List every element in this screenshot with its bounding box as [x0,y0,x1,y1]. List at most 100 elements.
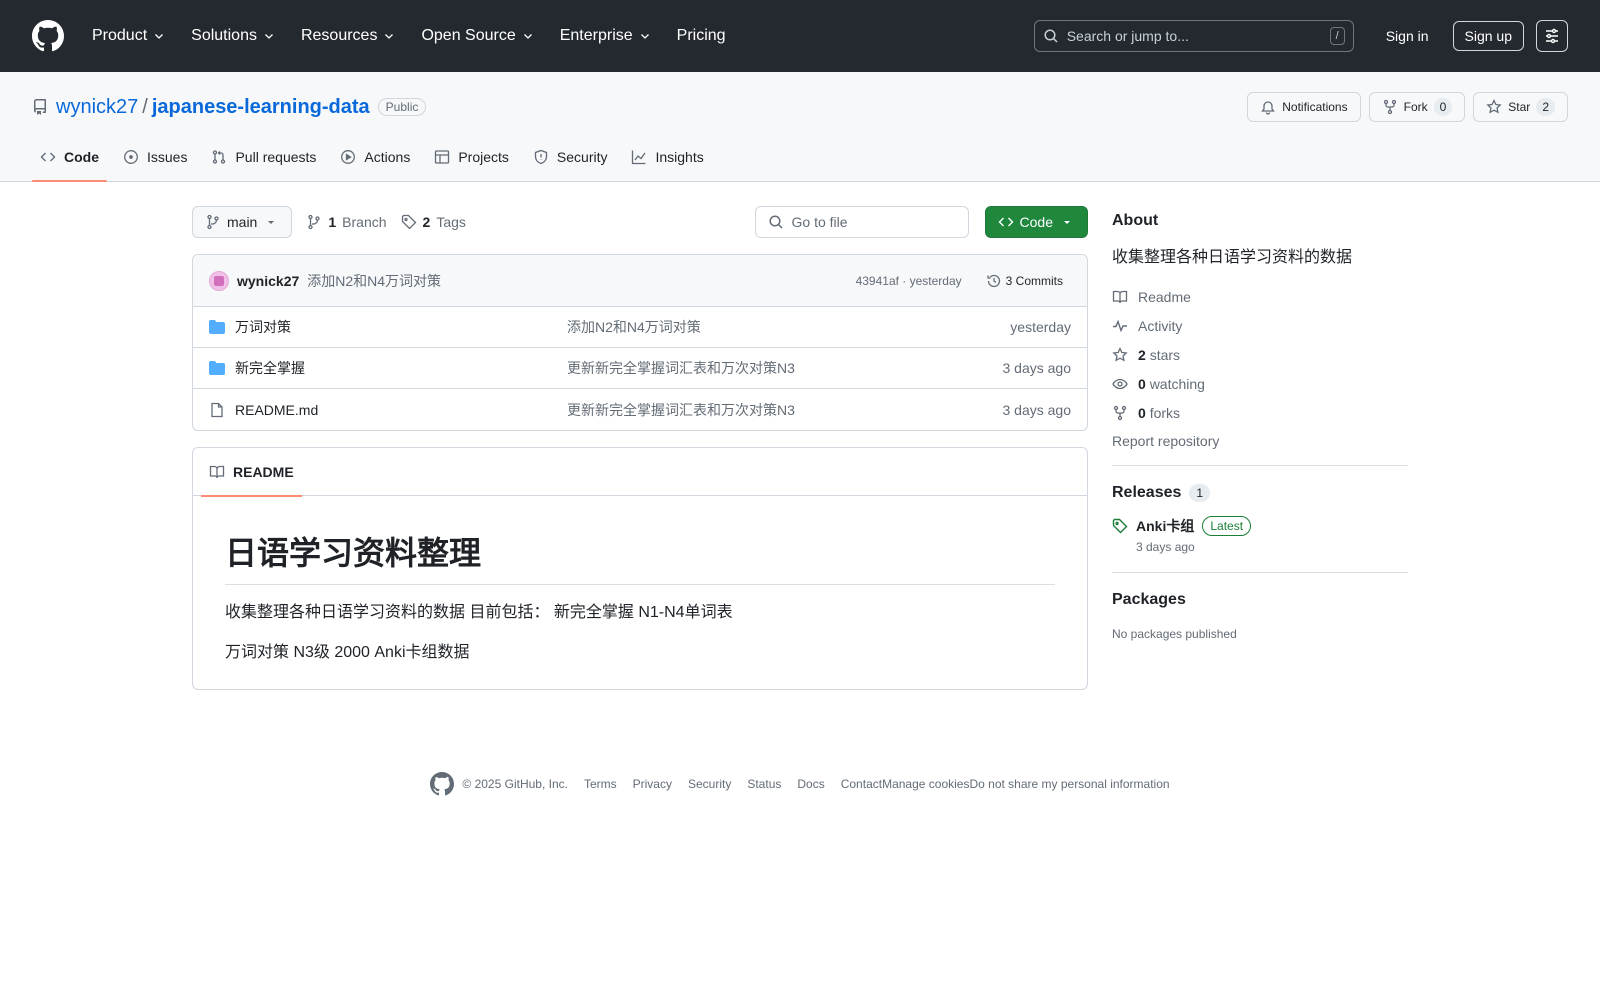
nav-solutions[interactable]: Solutions [187,21,279,51]
fork-count: 0 [1433,98,1453,116]
code-icon [998,217,1014,227]
releases-title: Releases [1112,484,1182,501]
readme-link[interactable]: Readme [1112,282,1408,311]
file-row-folder[interactable]: 万词对策 添加N2和N4万词对策 yesterday [193,307,1087,348]
latest-commit-row: wynick27 添加N2和N4万词对策 43941af · yesterday… [193,255,1087,307]
branches-link[interactable]: 1 Branch [306,214,387,230]
commits-history-link[interactable]: 3 Commits [978,269,1071,293]
repo-main: main 1 Branch 2 Tags Go to file Code wyn… [0,206,1600,690]
forks-link[interactable]: 0 forks [1112,398,1408,427]
file-updated-time: 3 days ago [1002,360,1072,376]
tags-link[interactable]: 2 Tags [401,214,466,230]
star-count: 2 [1536,98,1555,116]
activity-link[interactable]: Activity [1112,311,1408,340]
repo-path-separator: / [142,95,148,118]
branch-icon [207,214,219,230]
footer-docs-link[interactable]: Docs [797,777,824,791]
releases-count: 1 [1189,484,1211,502]
nav-resources-label: Resources [300,27,378,44]
nav-enterprise[interactable]: Enterprise [556,21,655,51]
tab-projects[interactable]: Projects [426,133,517,181]
releases-heading[interactable]: Releases 1 [1112,484,1408,502]
tab-code[interactable]: Code [32,133,107,182]
file-name-link[interactable]: README.md [235,402,567,418]
sign-in-link[interactable]: Sign in [1374,22,1441,50]
settings-menu-button[interactable] [1536,20,1568,52]
search-shortcut-key: / [1329,27,1345,45]
github-logo-icon[interactable] [32,20,64,52]
repo-owner-link[interactable]: wynick27 [56,96,138,119]
tab-insights[interactable]: Insights [623,133,711,181]
readme-tab[interactable]: README [201,448,302,497]
manage-cookies-link[interactable]: Manage cookies [882,777,969,791]
tab-issues[interactable]: Issues [115,133,195,181]
repo-actions: Notifications Fork 0 Star 2 [1247,92,1568,122]
file-name-link[interactable]: 万词对策 [235,317,567,337]
stars-label: stars [1149,346,1181,363]
notifications-button[interactable]: Notifications [1247,92,1361,122]
readme-content: 日语学习资料整理 收集整理各种日语学习资料的数据 目前包括： 新完全掌握 N1-… [193,496,1087,689]
github-logo-icon[interactable] [430,772,455,796]
file-row-folder[interactable]: 新完全掌握 更新新完全掌握词汇表和万次对策N3 3 days ago [193,348,1087,389]
global-search-input[interactable]: Search or jump to... / [1033,20,1354,52]
watching-link[interactable]: 0 watching [1112,369,1408,398]
fork-button[interactable]: Fork 0 [1368,92,1466,122]
commit-author-link[interactable]: wynick27 [237,273,299,289]
watching-count: 0 [1138,375,1146,392]
star-icon [1486,99,1502,114]
nav-product[interactable]: Product [88,21,169,51]
star-icon [1112,346,1128,362]
footer-contact-link[interactable]: Contact [841,777,882,791]
tag-icon [401,214,416,230]
activity-link-label: Activity [1138,317,1183,334]
chevron-down-icon [523,34,532,39]
nav-open-source-label: Open Source [421,27,516,44]
tab-actions[interactable]: Actions [332,133,418,181]
nav-resources[interactable]: Resources [297,21,399,51]
footer-security-link[interactable]: Security [688,777,731,791]
release-info: Anki卡组 Latest 3 days ago [1136,516,1252,554]
caret-down-icon [1064,221,1070,224]
branch-selector-button[interactable]: main [192,206,293,238]
do-not-share-link[interactable]: Do not share my personal information [969,777,1169,791]
stars-link[interactable]: 2 stars [1112,340,1408,369]
file-name-link[interactable]: 新完全掌握 [235,358,567,378]
release-item[interactable]: Anki卡组 Latest 3 days ago [1112,516,1408,573]
fork-icon [1383,99,1396,115]
file-row-file[interactable]: README.md 更新新完全掌握词汇表和万次对策N3 3 days ago [193,389,1087,430]
search-placeholder: Search or jump to... [1066,28,1189,44]
code-dropdown-button[interactable]: Code [984,206,1088,238]
file-toolbar: main 1 Branch 2 Tags Go to file Code [192,206,1088,238]
footer-status-link[interactable]: Status [747,777,781,791]
global-header: Product Solutions Resources Open Source … [0,0,1600,72]
sign-up-button[interactable]: Sign up [1452,21,1524,51]
file-browser-column: main 1 Branch 2 Tags Go to file Code wyn… [192,206,1088,690]
footer-copyright: © 2025 GitHub, Inc. [462,777,568,791]
file-commit-link[interactable]: 添加N2和N4万词对策 [567,317,701,337]
nav-pricing[interactable]: Pricing [673,21,730,51]
file-commit-link[interactable]: 更新新完全掌握词汇表和万次对策N3 [567,358,795,378]
nav-open-source[interactable]: Open Source [417,21,537,51]
about-description: 收集整理各种日语学习资料的数据 [1112,249,1353,266]
tab-security[interactable]: Security [525,133,616,181]
repo-name-link[interactable]: japanese-learning-data [152,96,370,119]
pulse-icon [1113,318,1127,332]
global-nav: Product Solutions Resources Open Source … [88,21,730,51]
report-repository-link[interactable]: Report repository [1112,433,1408,466]
release-date: 3 days ago [1136,540,1195,554]
branch-count-label: Branch [342,214,387,230]
tab-pull-requests[interactable]: Pull requests [203,133,324,181]
commit-hash-time[interactable]: 43941af · yesterday [856,274,962,288]
release-name: Anki卡组 [1136,518,1195,534]
fork-label: Fork [1403,100,1428,114]
star-button[interactable]: Star 2 [1473,92,1568,122]
go-to-file-input[interactable]: Go to file [754,206,969,238]
file-commit-link[interactable]: 更新新完全掌握词汇表和万次对策N3 [567,400,795,420]
footer-terms-link[interactable]: Terms [584,777,617,791]
packages-heading[interactable]: Packages [1112,591,1408,609]
commit-message-link[interactable]: 添加N2和N4万词对策 [307,271,441,291]
avatar[interactable] [209,270,229,291]
forks-label: forks [1149,404,1181,421]
header-actions: Search or jump to... / Sign in Sign up [1033,20,1568,52]
footer-privacy-link[interactable]: Privacy [633,777,672,791]
